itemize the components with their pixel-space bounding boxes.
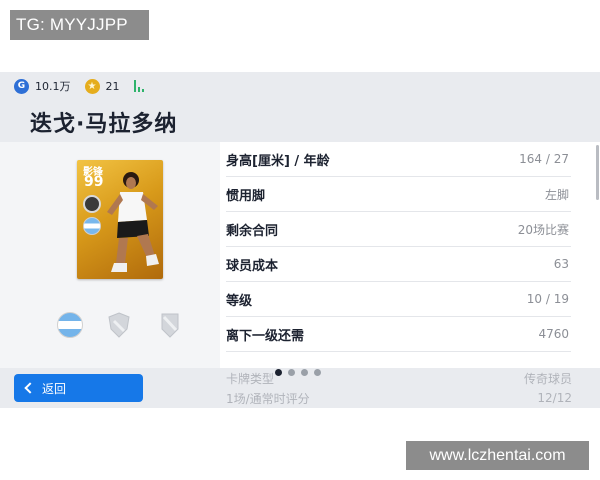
back-arrow-icon <box>24 382 36 394</box>
info-row-preferred-foot: 惯用脚 左脚 <box>226 177 571 212</box>
skill-badge-icon <box>83 195 101 213</box>
page-dot[interactable] <box>288 369 295 376</box>
info-value: 20场比赛 <box>517 222 569 237</box>
watermark-bottom: www.lczhentai.com <box>406 441 589 470</box>
league-shield-icon[interactable] <box>159 312 181 338</box>
page-dot[interactable] <box>314 369 321 376</box>
signal-icon <box>133 80 144 92</box>
info-label: 身高[厘米] / 年龄 <box>226 153 330 169</box>
player-card[interactable]: 影锋 99 <box>77 160 163 279</box>
info-value: 63 <box>553 257 569 271</box>
info-label: 惯用脚 <box>226 188 266 204</box>
player-card-panel: 影锋 99 <box>0 142 220 368</box>
coin-amount: 21 <box>105 79 120 93</box>
back-button[interactable]: 返回 <box>14 374 143 402</box>
info-value: 左脚 <box>544 187 569 202</box>
page-dot[interactable] <box>275 369 282 376</box>
card-rating: 99 <box>84 174 104 190</box>
club-shield-icon[interactable] <box>108 312 130 338</box>
page-indicator <box>275 369 321 376</box>
info-row-level: 等级 10 / 19 <box>226 282 571 317</box>
info-value: 164 / 27 <box>519 152 569 166</box>
card-flag-icon <box>83 217 101 235</box>
info-list-scrollbar[interactable] <box>596 145 599 200</box>
info-label: 等级 <box>226 293 253 309</box>
gp-amount: 10.1万 <box>35 80 71 93</box>
info-label: 球员成本 <box>226 258 279 274</box>
g-coin-icon: G <box>14 78 29 94</box>
star-coin-icon: ★ <box>84 78 100 94</box>
page-dot[interactable] <box>301 369 308 376</box>
info-label: 离下一级还需 <box>226 328 305 344</box>
player-figure-icon <box>107 172 159 272</box>
info-label: 剩余合同 <box>226 223 279 239</box>
info-row-height-age: 身高[厘米] / 年龄 164 / 27 <box>226 142 571 177</box>
player-name: 迭戈·马拉多纳 <box>30 112 178 137</box>
argentina-flag-icon[interactable] <box>57 312 83 338</box>
info-value: 4760 <box>538 327 569 341</box>
info-row-exp-to-next: 离下一级还需 4760 <box>226 317 571 352</box>
watermark-top: TG: MYYJJPP <box>10 10 149 40</box>
info-row-contract: 剩余合同 20场比赛 <box>226 212 571 247</box>
info-row-player-cost: 球员成本 63 <box>226 247 571 282</box>
player-info-list[interactable]: 身高[厘米] / 年龄 164 / 27 惯用脚 左脚 剩余合同 20场比赛 球… <box>220 142 600 368</box>
bottom-bar: 返回 <box>0 368 600 408</box>
game-screen: G 10.1万 ★ 21 迭戈·马拉多纳 影锋 99 身高[厘米] / 年龄 1… <box>0 72 600 408</box>
affiliation-icons <box>55 310 195 338</box>
screenshot-root: TG: MYYJJPP G 10.1万 ★ 21 迭戈·马拉多纳 影锋 99 身… <box>0 0 600 480</box>
back-button-label: 返回 <box>42 381 67 396</box>
currency-bar: G 10.1万 ★ 21 <box>0 72 600 100</box>
info-value: 10 / 19 <box>526 292 569 306</box>
